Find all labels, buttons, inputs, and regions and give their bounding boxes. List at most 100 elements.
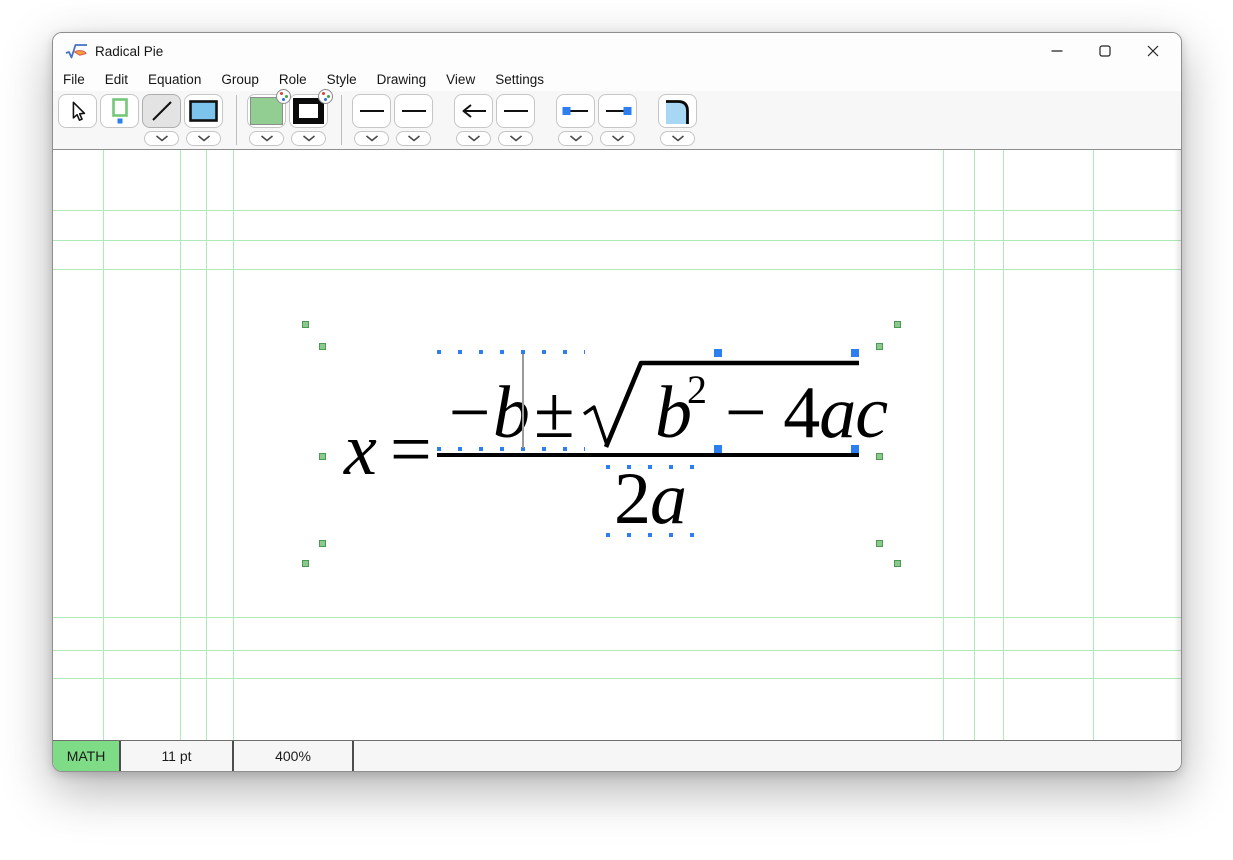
equation-numerator-minus-b[interactable]: −b <box>444 376 529 450</box>
cursor-arrow-icon <box>67 100 89 123</box>
chevron-down-icon <box>467 135 481 142</box>
app-window: Radical Pie <box>52 32 1182 772</box>
menu-file[interactable]: File <box>53 69 95 91</box>
arrow-left-icon <box>460 103 488 119</box>
chevron-down-icon <box>509 135 523 142</box>
minimize-button[interactable] <box>1033 33 1081 69</box>
equation-denominator-2: 2 <box>614 458 650 540</box>
arrow-start-style-dropdown[interactable] <box>456 131 491 146</box>
chevron-down-icon <box>407 135 421 142</box>
chevron-down-icon <box>260 135 274 142</box>
selection-handle-green[interactable] <box>319 453 326 460</box>
selection-handle-green[interactable] <box>302 321 309 328</box>
corner-style-dropdown[interactable] <box>660 131 695 146</box>
chevron-down-icon <box>611 135 625 142</box>
selection-dotted-edge <box>606 533 694 537</box>
menu-style[interactable]: Style <box>317 69 367 91</box>
close-icon <box>1147 45 1159 57</box>
equation[interactable]: x = −b ± b 2 − 4ac 2a <box>53 150 1181 740</box>
selection-dotted-edge <box>437 350 585 354</box>
selection-handle-blue[interactable] <box>714 445 722 453</box>
selection-handle-blue[interactable] <box>714 349 722 357</box>
selection-handle-blue[interactable] <box>851 349 859 357</box>
endpoint-end-style-button[interactable] <box>598 94 637 128</box>
selection-handle-green[interactable] <box>876 453 883 460</box>
equation-box-tool <box>100 94 139 128</box>
maximize-button[interactable] <box>1081 33 1129 69</box>
equation-equals[interactable]: = <box>390 413 431 487</box>
text-cursor <box>522 354 524 448</box>
selection-handle-green[interactable] <box>319 343 326 350</box>
horizontal-line-icon <box>503 107 529 115</box>
endpoint-start-style-button[interactable] <box>556 94 595 128</box>
selection-handle-green[interactable] <box>302 560 309 567</box>
line-style-solid-button[interactable] <box>352 94 391 128</box>
selection-handle-green[interactable] <box>894 560 901 567</box>
line-tool-dropdown[interactable] <box>144 131 179 146</box>
menu-role[interactable]: Role <box>269 69 317 91</box>
menu-bar: File Edit Equation Group Role Style Draw… <box>53 69 1181 91</box>
line-tool-button[interactable] <box>142 94 181 128</box>
arrow-start-style <box>454 94 493 146</box>
selection-handle-green[interactable] <box>876 343 883 350</box>
selection-dotted-edge <box>437 447 585 451</box>
menu-equation[interactable]: Equation <box>138 69 211 91</box>
fraction-bar[interactable] <box>437 453 859 457</box>
select-tool <box>58 94 97 128</box>
toolbar <box>53 91 1181 150</box>
toolbar-separator <box>341 95 342 145</box>
menu-edit[interactable]: Edit <box>95 69 138 91</box>
desktop-background: Radical Pie <box>0 0 1233 860</box>
arrow-end-style <box>496 94 535 146</box>
equation-lhs[interactable]: x <box>344 413 376 487</box>
border-color-swatch-dropdown[interactable] <box>291 131 326 146</box>
window-controls <box>1033 33 1177 69</box>
endpoint-end-style <box>598 94 637 146</box>
status-mode-badge[interactable]: MATH <box>53 741 121 771</box>
canvas[interactable]: x = −b ± b 2 − 4ac 2a <box>53 150 1181 740</box>
arrow-end-style-button[interactable] <box>496 94 535 128</box>
rectangle-tool-dropdown[interactable] <box>186 131 221 146</box>
line-style-solid-dropdown[interactable] <box>354 131 389 146</box>
chevron-down-icon <box>197 135 211 142</box>
close-button[interactable] <box>1129 33 1177 69</box>
equation-denominator[interactable]: 2a <box>614 462 686 536</box>
window-title: Radical Pie <box>95 44 163 59</box>
endpoint-start-style <box>556 94 595 146</box>
corner-style-button[interactable] <box>658 94 697 128</box>
radical-sign[interactable] <box>576 353 866 453</box>
line-square-right-icon <box>604 106 632 116</box>
border-color-swatch <box>289 94 328 146</box>
palette-badge-icon <box>276 89 291 104</box>
menu-view[interactable]: View <box>436 69 485 91</box>
chevron-down-icon <box>302 135 316 142</box>
diagonal-line-icon <box>150 99 174 123</box>
arrow-start-style-button[interactable] <box>454 94 493 128</box>
endpoint-start-style-dropdown[interactable] <box>558 131 593 146</box>
equation-plus-minus[interactable]: ± <box>534 376 574 450</box>
equation-box-tool-button[interactable] <box>100 94 139 128</box>
arrow-end-style-dropdown[interactable] <box>498 131 533 146</box>
menu-group[interactable]: Group <box>211 69 269 91</box>
line-weight-button[interactable] <box>394 94 433 128</box>
chevron-down-icon <box>155 135 169 142</box>
rectangle-tool-button[interactable] <box>184 94 223 128</box>
line-weight-dropdown[interactable] <box>396 131 431 146</box>
selection-handle-green[interactable] <box>876 540 883 547</box>
app-icon <box>65 42 89 60</box>
chevron-down-icon <box>365 135 379 142</box>
line-tool <box>142 94 181 146</box>
line-square-left-icon <box>562 106 590 116</box>
selection-handle-blue[interactable] <box>851 445 859 453</box>
menu-settings[interactable]: Settings <box>485 69 554 91</box>
status-zoom-level[interactable]: 400% <box>234 741 354 771</box>
status-font-size[interactable]: 11 pt <box>121 741 234 771</box>
selection-dotted-edge <box>606 465 694 469</box>
menu-drawing[interactable]: Drawing <box>367 69 437 91</box>
palette-badge-icon <box>318 89 333 104</box>
fill-color-swatch-dropdown[interactable] <box>249 131 284 146</box>
endpoint-end-style-dropdown[interactable] <box>600 131 635 146</box>
select-tool-button[interactable] <box>58 94 97 128</box>
selection-handle-green[interactable] <box>894 321 901 328</box>
selection-handle-green[interactable] <box>319 540 326 547</box>
